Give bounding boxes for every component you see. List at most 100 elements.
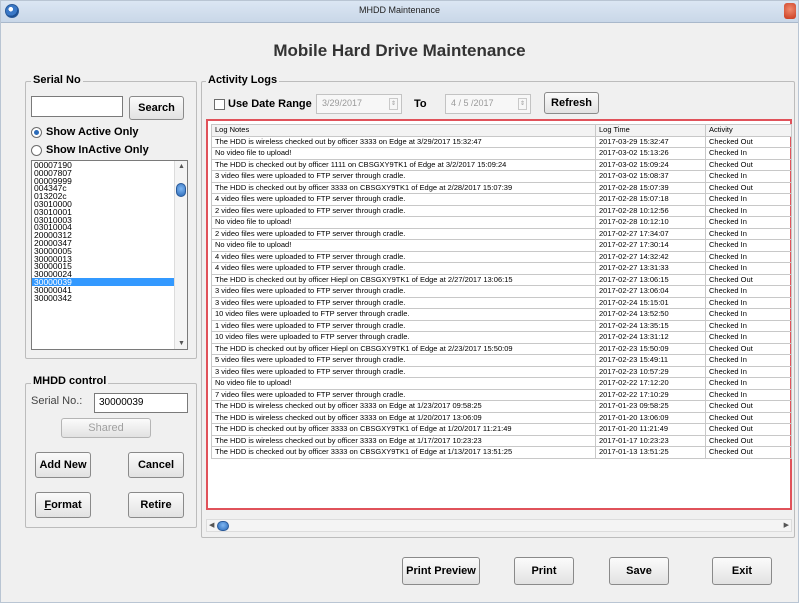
column-header[interactable]: Activity: [705, 124, 792, 137]
table-row[interactable]: The HDD is wireless checked out by offic…: [211, 411, 792, 424]
to-date-picker[interactable]: 4 / 5 /2017 ⇕: [445, 94, 531, 114]
shared-button[interactable]: Shared: [61, 418, 151, 438]
table-row[interactable]: The HDD is checked out by officer Hiepl …: [211, 273, 792, 286]
hscroll-thumb[interactable]: [217, 521, 229, 531]
table-row[interactable]: No video file to upload! 2017-02-28 10:12…: [211, 216, 792, 229]
to-label: To: [414, 98, 427, 110]
show-inactive-radio[interactable]: Show InActive Only: [31, 144, 149, 156]
format-button[interactable]: Format: [35, 492, 91, 518]
list-item[interactable]: 30000342: [32, 294, 174, 302]
serial-no-label: Serial No.:: [31, 395, 83, 407]
from-date-spin-icon[interactable]: ⇕: [389, 98, 398, 110]
list-item[interactable]: 00007807: [32, 169, 174, 177]
table-cell: 2017-02-23 15:49:11: [595, 354, 706, 367]
list-item[interactable]: 00009999: [32, 177, 174, 185]
list-item[interactable]: 30000005: [32, 247, 174, 255]
table-row[interactable]: 10 video files were uploaded to FTP serv…: [211, 308, 792, 321]
serial-list-scrollbar[interactable]: ▲ ▼: [174, 161, 187, 349]
table-row[interactable]: 1 video files were uploaded to FTP serve…: [211, 319, 792, 332]
show-active-radio[interactable]: Show Active Only: [31, 126, 139, 138]
table-row[interactable]: The HDD is wireless checked out by offic…: [211, 135, 792, 148]
column-header[interactable]: Log Notes: [211, 124, 596, 137]
from-date-picker[interactable]: 3/29/2017 ⇕: [316, 94, 402, 114]
table-row[interactable]: 2 video files were uploaded to FTP serve…: [211, 227, 792, 240]
list-item[interactable]: 20000312: [32, 231, 174, 239]
table-row[interactable]: The HDD is checked out by officer 1111 o…: [211, 158, 792, 171]
scroll-left-icon[interactable]: ◀: [209, 521, 214, 529]
table-cell: 2017-01-13 13:51:25: [595, 446, 706, 459]
list-item[interactable]: 03010001: [32, 208, 174, 216]
table-row[interactable]: The HDD is wireless checked out by offic…: [211, 400, 792, 413]
table-row[interactable]: 3 video files were uploaded to FTP serve…: [211, 365, 792, 378]
title-bar[interactable]: MHDD Maintenance: [1, 1, 798, 23]
table-cell: 4 video files were uploaded to FTP serve…: [211, 193, 596, 206]
table-row[interactable]: No video file to upload! 2017-03-02 15:13…: [211, 147, 792, 160]
table-row[interactable]: The HDD is checked out by officer 3333 o…: [211, 446, 792, 459]
search-button[interactable]: Search: [129, 96, 184, 120]
table-cell: 2017-02-28 10:12:10: [595, 216, 706, 229]
to-date-spin-icon[interactable]: ⇕: [518, 98, 527, 110]
page-title: Mobile Hard Drive Maintenance: [273, 41, 526, 60]
table-row[interactable]: The HDD is checked out by officer 3333 o…: [211, 181, 792, 194]
activity-log-hscrollbar[interactable]: ◀ ▶: [206, 519, 792, 532]
table-row[interactable]: 3 video files were uploaded to FTP serve…: [211, 170, 792, 183]
table-cell: Checked In: [705, 262, 792, 275]
table-cell: Checked Out: [705, 446, 792, 459]
table-row[interactable]: 7 video files were uploaded to FTP serve…: [211, 388, 792, 401]
list-item[interactable]: 03010000: [32, 200, 174, 208]
table-cell: Checked Out: [705, 400, 792, 413]
list-item[interactable]: 30000039: [32, 277, 174, 286]
list-item[interactable]: 30000015: [32, 262, 174, 270]
table-row[interactable]: The HDD is checked out by officer Hiepl …: [211, 342, 792, 355]
scroll-thumb[interactable]: [176, 183, 186, 197]
list-item[interactable]: 03010004: [32, 223, 174, 231]
table-row[interactable]: The HDD is wireless checked out by offic…: [211, 434, 792, 447]
serial-no-field[interactable]: 30000039: [94, 393, 188, 413]
list-item[interactable]: 03010003: [32, 216, 174, 224]
refresh-button[interactable]: Refresh: [544, 92, 599, 114]
scroll-down-icon[interactable]: ▼: [178, 340, 185, 347]
table-cell: Checked In: [705, 170, 792, 183]
table-row[interactable]: 5 video files were uploaded to FTP serve…: [211, 354, 792, 367]
table-row[interactable]: The HDD is checked out by officer 3333 o…: [211, 423, 792, 436]
serial-listbox[interactable]: 00007190 00007807 00009999 004347c 013202c 03…: [31, 160, 188, 350]
use-date-range-checkbox[interactable]: Use Date Range: [214, 98, 312, 110]
list-item[interactable]: 013202c: [32, 192, 174, 200]
table-row[interactable]: 10 video files were uploaded to FTP serv…: [211, 331, 792, 344]
table-row[interactable]: 2 video files were uploaded to FTP serve…: [211, 204, 792, 217]
print-button[interactable]: Print: [514, 557, 574, 585]
print-preview-button[interactable]: Print Preview: [402, 557, 480, 585]
table-cell: Checked In: [705, 216, 792, 229]
close-icon[interactable]: [784, 3, 796, 19]
scroll-up-icon[interactable]: ▲: [178, 163, 185, 170]
table-cell: Checked In: [705, 354, 792, 367]
column-header[interactable]: Log Time: [595, 124, 706, 137]
table-row[interactable]: 4 video files were uploaded to FTP serve…: [211, 262, 792, 275]
table-row[interactable]: 3 video files were uploaded to FTP serve…: [211, 285, 792, 298]
list-item[interactable]: 00007190: [32, 161, 174, 169]
retire-button[interactable]: Retire: [128, 492, 184, 518]
table-cell: 2017-02-27 13:06:04: [595, 285, 706, 298]
list-item[interactable]: 30000024: [32, 270, 174, 278]
list-item[interactable]: 30000041: [32, 286, 174, 294]
save-button[interactable]: Save: [609, 557, 669, 585]
scroll-right-icon[interactable]: ▶: [784, 521, 789, 529]
serial-search-input[interactable]: [31, 96, 123, 117]
table-cell: 2 video files were uploaded to FTP serve…: [211, 227, 596, 240]
cancel-button[interactable]: Cancel: [128, 452, 184, 478]
table-cell: The HDD is checked out by officer 1111 o…: [211, 158, 596, 171]
table-row[interactable]: No video file to upload! 2017-02-27 17:30…: [211, 239, 792, 252]
table-row[interactable]: 3 video files were uploaded to FTP serve…: [211, 296, 792, 309]
activity-log-grid[interactable]: Log Notes Log Time Activity The HDD is wir…: [206, 119, 792, 510]
list-item[interactable]: 004347c: [32, 184, 174, 192]
list-item[interactable]: 20000347: [32, 239, 174, 247]
table-cell: Checked In: [705, 388, 792, 401]
table-cell: 2017-02-24 15:15:01: [595, 296, 706, 309]
table-cell: Checked In: [705, 365, 792, 378]
table-row[interactable]: No video file to upload! 2017-02-22 17:12…: [211, 377, 792, 390]
table-row[interactable]: 4 video files were uploaded to FTP serve…: [211, 193, 792, 206]
exit-button[interactable]: Exit: [712, 557, 772, 585]
table-row[interactable]: 4 video files were uploaded to FTP serve…: [211, 250, 792, 263]
list-item[interactable]: 30000013: [32, 255, 174, 263]
add-new-button[interactable]: Add New: [35, 452, 91, 478]
